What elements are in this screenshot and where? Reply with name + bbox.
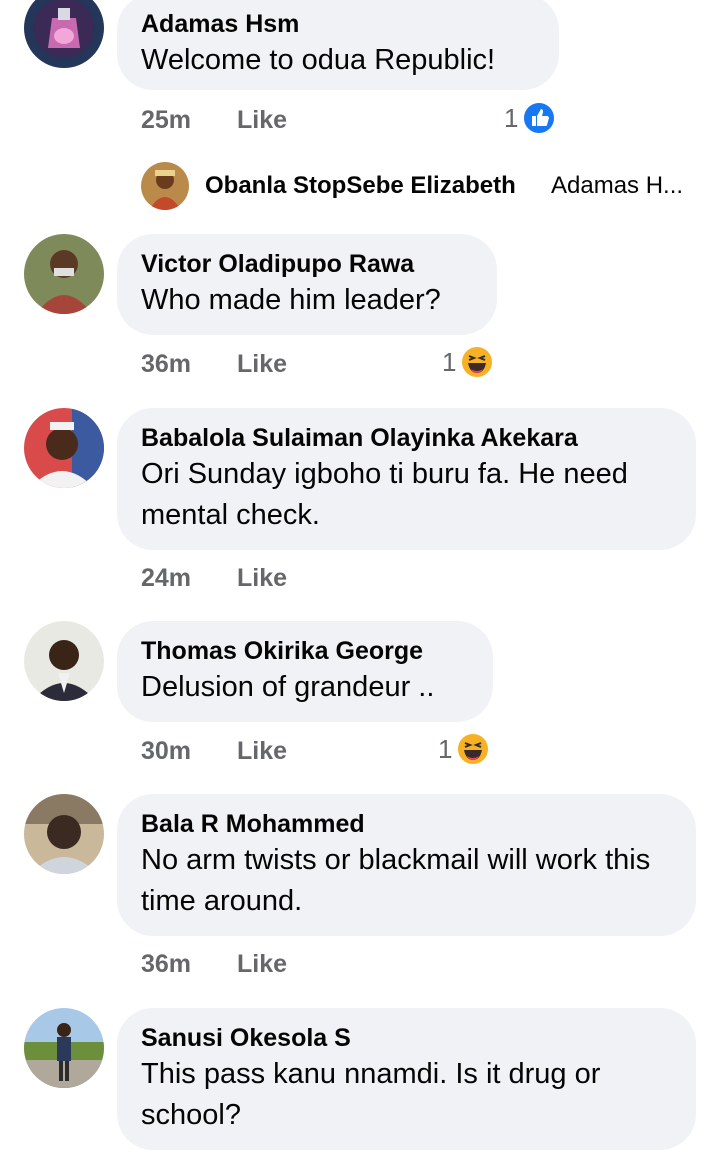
reply-snippet: Adamas H... xyxy=(551,172,684,199)
reaction-summary[interactable]: 1 xyxy=(442,345,495,379)
haha-icon xyxy=(460,345,495,379)
reply-author[interactable]: Obanla StopSebe Elizabeth xyxy=(205,172,516,200)
comment-time[interactable]: 36m xyxy=(141,350,191,378)
comment-time[interactable]: 24m xyxy=(141,564,191,592)
reaction-summary[interactable]: 1 xyxy=(438,732,491,766)
avatar[interactable] xyxy=(24,408,104,488)
like-icon xyxy=(522,101,557,135)
comment-bubble: Bala R Mohammed No arm twists or blackma… xyxy=(117,794,696,936)
comment-bubble: Babalola Sulaiman Olayinka Akekara Ori S… xyxy=(117,408,696,550)
comment-bubble: Sanusi Okesola S This pass kanu nnamdi. … xyxy=(117,1008,696,1150)
like-button[interactable]: Like xyxy=(237,564,287,593)
comment-meta: 36m Like xyxy=(141,350,287,379)
comment-bubble: Victor Oladipupo Rawa Who made him leade… xyxy=(117,234,497,335)
comment-bubble: Thomas Okirika George Delusion of grande… xyxy=(117,621,493,722)
avatar[interactable] xyxy=(24,794,104,874)
haha-icon xyxy=(456,732,491,766)
comment-meta: 25m Like xyxy=(141,106,287,135)
comment-bubble: Adamas Hsm Welcome to odua Republic! xyxy=(117,0,559,90)
avatar[interactable] xyxy=(24,234,104,314)
comment-text: This pass kanu nnamdi. Is it drug or sch… xyxy=(141,1058,601,1131)
comment-text: No arm twists or blackmail will work thi… xyxy=(141,844,651,917)
reply-preview[interactable]: Obanla StopSebe Elizabeth Adamas H... xyxy=(141,160,701,212)
comment-meta: 30m Like xyxy=(141,737,287,766)
like-button[interactable]: Like xyxy=(237,737,287,766)
reaction-count: 1 xyxy=(504,102,519,133)
like-button[interactable]: Like xyxy=(237,106,287,135)
comment-time[interactable]: 25m xyxy=(141,106,191,134)
like-button[interactable]: Like xyxy=(237,350,287,379)
commenter-name[interactable]: Sanusi Okesola S xyxy=(141,1022,672,1054)
commenter-name[interactable]: Babalola Sulaiman Olayinka Akekara xyxy=(141,422,672,454)
commenter-name[interactable]: Adamas Hsm xyxy=(141,8,535,40)
comment-text: Delusion of grandeur .. xyxy=(141,671,435,703)
comment-text: Who made him leader? xyxy=(141,284,441,316)
commenter-name[interactable]: Bala R Mohammed xyxy=(141,808,672,840)
comment-text: Welcome to odua Republic! xyxy=(141,44,496,76)
avatar[interactable] xyxy=(24,1008,104,1088)
reaction-count: 1 xyxy=(442,346,457,377)
comment-time[interactable]: 36m xyxy=(141,950,191,978)
reply-avatar[interactable] xyxy=(141,162,189,210)
commenter-name[interactable]: Thomas Okirika George xyxy=(141,635,469,667)
comment-text: Ori Sunday igboho ti buru fa. He need me… xyxy=(141,458,628,531)
reaction-summary[interactable]: 1 xyxy=(504,101,557,135)
comment-meta: 24m Like xyxy=(141,564,287,593)
avatar[interactable] xyxy=(24,0,104,68)
comment-time[interactable]: 30m xyxy=(141,737,191,765)
commenter-name[interactable]: Victor Oladipupo Rawa xyxy=(141,248,473,280)
like-button[interactable]: Like xyxy=(237,950,287,979)
avatar[interactable] xyxy=(24,621,104,701)
reaction-count: 1 xyxy=(438,733,453,764)
comment-meta: 36m Like xyxy=(141,950,287,979)
